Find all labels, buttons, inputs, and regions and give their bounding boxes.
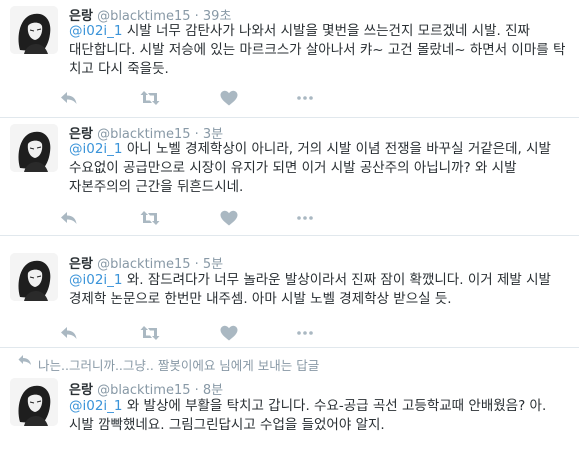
retweet-icon[interactable] <box>140 90 160 108</box>
tweet[interactable]: 은랑 @blacktime15 · 5분 @i02i_1 와. 잠드려다가 너무… <box>0 236 579 348</box>
separator: · <box>194 257 199 272</box>
tweet-header: 은랑 @blacktime15 · 8분 <box>69 379 223 398</box>
tweet-text: @i02i_1 시발 너무 감탄사가 나와서 시발을 몇번을 쓰는건지 모르겠네… <box>69 22 569 79</box>
display-name[interactable]: 은랑 <box>69 383 93 398</box>
display-name[interactable]: 은랑 <box>69 257 93 272</box>
reply-context[interactable]: 나는..그러니까..그냥.. 짤봇이에요 님에게 보내는 답글 <box>18 355 320 374</box>
tweet-header: 은랑 @blacktime15 · 5분 <box>69 253 223 272</box>
tweet[interactable]: 나는..그러니까..그냥.. 짤봇이에요 님에게 보내는 답글 은랑 @blac… <box>0 348 579 464</box>
reply-context-text: 나는..그러니까..그냥.. 짤봇이에요 님에게 보내는 답글 <box>38 358 320 373</box>
reply-icon[interactable] <box>60 210 80 228</box>
mention-link[interactable]: @i02i_1 <box>69 141 123 157</box>
more-icon[interactable] <box>295 90 315 108</box>
tweet[interactable]: 은랑 @blacktime15 · 3분 @i02i_1 아니 노벨 경제학상이… <box>0 118 579 236</box>
like-icon[interactable] <box>220 90 240 108</box>
tweet-body: 시발 너무 감탄사가 나와서 시발을 몇번을 쓰는건지 모르겠네 시발. 진짜 … <box>69 23 566 77</box>
avatar[interactable] <box>10 124 58 172</box>
avatar[interactable] <box>10 6 58 54</box>
tweet-body: 와. 잠드려다가 너무 놀라운 발상이라서 진짜 잠이 확깼니다. 이거 제발 … <box>69 272 551 307</box>
avatar-illustration <box>10 124 58 172</box>
tweet-body: 아니 노벨 경제학상이 아니라, 거의 시발 이념 전쟁을 바꾸실 거같은데, … <box>69 141 551 195</box>
mention-link[interactable]: @i02i_1 <box>69 272 123 288</box>
avatar-illustration <box>10 378 58 426</box>
avatar-illustration <box>10 6 58 54</box>
mention-link[interactable]: @i02i_1 <box>69 398 123 414</box>
more-icon[interactable] <box>295 210 315 228</box>
tweet-text: @i02i_1 와 발상에 부활을 탁치고 갑니다. 수요-공급 곡선 고등학교… <box>69 397 569 435</box>
user-handle[interactable]: @blacktime15 <box>97 257 190 272</box>
tweet[interactable]: 은랑 @blacktime15 · 39초 @i02i_1 시발 너무 감탄사가… <box>0 0 579 118</box>
reply-icon[interactable] <box>60 325 80 343</box>
tweet-text: @i02i_1 아니 노벨 경제학상이 아니라, 거의 시발 이념 전쟁을 바꾸… <box>69 140 569 197</box>
like-icon[interactable] <box>220 210 240 228</box>
retweet-icon[interactable] <box>140 325 160 343</box>
avatar[interactable] <box>10 253 58 301</box>
like-icon[interactable] <box>220 325 240 343</box>
reply-icon[interactable] <box>60 90 80 108</box>
avatar-illustration <box>10 253 58 301</box>
tweet-body: 와 발상에 부활을 탁치고 갑니다. 수요-공급 곡선 고등학교때 안배웠음? … <box>69 398 547 433</box>
user-handle[interactable]: @blacktime15 <box>97 383 190 398</box>
more-icon[interactable] <box>295 325 315 343</box>
timestamp[interactable]: 5분 <box>203 257 223 272</box>
avatar[interactable] <box>10 378 58 426</box>
timeline: 은랑 @blacktime15 · 39초 @i02i_1 시발 너무 감탄사가… <box>0 0 579 464</box>
separator: · <box>194 383 199 398</box>
mention-link[interactable]: @i02i_1 <box>69 23 123 39</box>
reply-context-icon <box>18 354 32 369</box>
tweet-text: @i02i_1 와. 잠드려다가 너무 놀라운 발상이라서 진짜 잠이 확깼니다… <box>69 271 569 309</box>
timestamp[interactable]: 8분 <box>203 383 223 398</box>
retweet-icon[interactable] <box>140 210 160 228</box>
